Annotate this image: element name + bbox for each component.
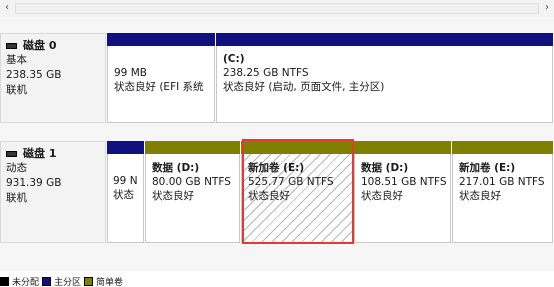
partition-status: 状态良好: [361, 190, 403, 202]
partition-bar: [145, 141, 240, 154]
disk-status: 联机: [6, 84, 27, 96]
partition-status: 状态: [113, 189, 134, 201]
partition-efi[interactable]: 99 MB 状态良好 (EFI 系统: [107, 33, 216, 123]
legend-swatch-simple: [84, 277, 94, 286]
partition-status: 状态良好 (启动, 页面文件, 主分区): [223, 81, 385, 93]
partition-name: 数据 (D:): [152, 162, 200, 174]
disk-size: 931.39 GB: [6, 177, 62, 189]
partition-size: 99 MB: [114, 67, 147, 79]
partition-status: 状态良好: [459, 190, 501, 202]
partition-size: 108.51 GB NTFS: [361, 176, 447, 188]
partition-status: 状态良好: [248, 190, 290, 202]
disk-title: 磁盘 0: [6, 38, 100, 53]
disk-info-1[interactable]: 磁盘 1 动态 931.39 GB 联机: [0, 141, 106, 243]
chevron-right-icon[interactable]: ›: [542, 1, 552, 15]
partition-bar: [241, 141, 353, 154]
chevron-left-icon[interactable]: ‹: [2, 1, 12, 15]
partition-name: 新加卷 (E:): [459, 162, 516, 174]
partition-strip-0: 99 MB 状态良好 (EFI 系统 (C:) 238.25 GB NTFS 状…: [107, 33, 554, 123]
partition-d-1[interactable]: 数据 (D:) 80.00 GB NTFS 状态良好: [145, 141, 241, 243]
partition-size: 99 N: [113, 175, 138, 187]
disk-row-1: 磁盘 1 动态 931.39 GB 联机 99 N 状态 数据 (D:) 80.…: [0, 141, 554, 243]
legend-label-simple: 简单卷: [96, 278, 124, 287]
disk-info-0[interactable]: 磁盘 0 基本 238.35 GB 联机: [0, 33, 106, 123]
disk-title-label: 磁盘 1: [23, 147, 57, 160]
disk-title-label: 磁盘 0: [23, 39, 57, 52]
legend-label-primary: 主分区: [54, 278, 82, 287]
partition-bar: [452, 141, 553, 154]
scrollbar-track[interactable]: [15, 3, 539, 14]
disk-icon: [6, 150, 17, 157]
legend-swatch-primary: [42, 277, 52, 286]
partition-e-2[interactable]: 新加卷 (E:) 217.01 GB NTFS 状态良好: [452, 141, 554, 243]
partition-bar: [216, 33, 553, 46]
partition-size: 238.25 GB NTFS: [223, 67, 309, 79]
partition-status: 状态良好 (EFI 系统: [114, 81, 204, 93]
partition-size: 80.00 GB NTFS: [152, 176, 231, 188]
legend-label-unallocated: 未分配: [12, 278, 40, 287]
partition-name: 数据 (D:): [361, 162, 409, 174]
disk-title: 磁盘 1: [6, 146, 100, 161]
partition-bar: [107, 33, 215, 46]
horizontal-scrollbar[interactable]: ‹ ›: [0, 0, 554, 17]
disk-type: 基本: [6, 54, 27, 66]
disk-type: 动态: [6, 162, 27, 174]
disk-icon: [6, 42, 17, 49]
partition-name: (C:): [223, 53, 245, 65]
legend-swatch-unallocated: [0, 277, 9, 286]
partition-c[interactable]: (C:) 238.25 GB NTFS 状态良好 (启动, 页面文件, 主分区): [216, 33, 554, 123]
partition-bar: [107, 141, 144, 154]
partition-body-hatched: 新加卷 (E:) 525.77 GB NTFS 状态良好: [241, 154, 353, 243]
partition-strip-1: 99 N 状态 数据 (D:) 80.00 GB NTFS 状态良好 新加卷 (…: [107, 141, 554, 243]
partition-size: 217.01 GB NTFS: [459, 176, 545, 188]
disk-status: 联机: [6, 192, 27, 204]
legend: 未分配 主分区 简单卷: [0, 276, 123, 287]
partition-d-2[interactable]: 数据 (D:) 108.51 GB NTFS 状态良好: [354, 141, 452, 243]
partition-name: 新加卷 (E:): [248, 162, 305, 174]
disk-size: 238.35 GB: [6, 69, 62, 81]
partition-bar: [354, 141, 451, 154]
disk-row-0: 磁盘 0 基本 238.35 GB 联机 99 MB 状态良好 (EFI 系统 …: [0, 33, 554, 123]
partition-e-1-selected[interactable]: 新加卷 (E:) 525.77 GB NTFS 状态良好: [241, 141, 354, 243]
partition-status: 状态良好: [152, 190, 194, 202]
partition-size: 525.77 GB NTFS: [248, 176, 334, 188]
partition-reserved[interactable]: 99 N 状态: [107, 141, 145, 243]
